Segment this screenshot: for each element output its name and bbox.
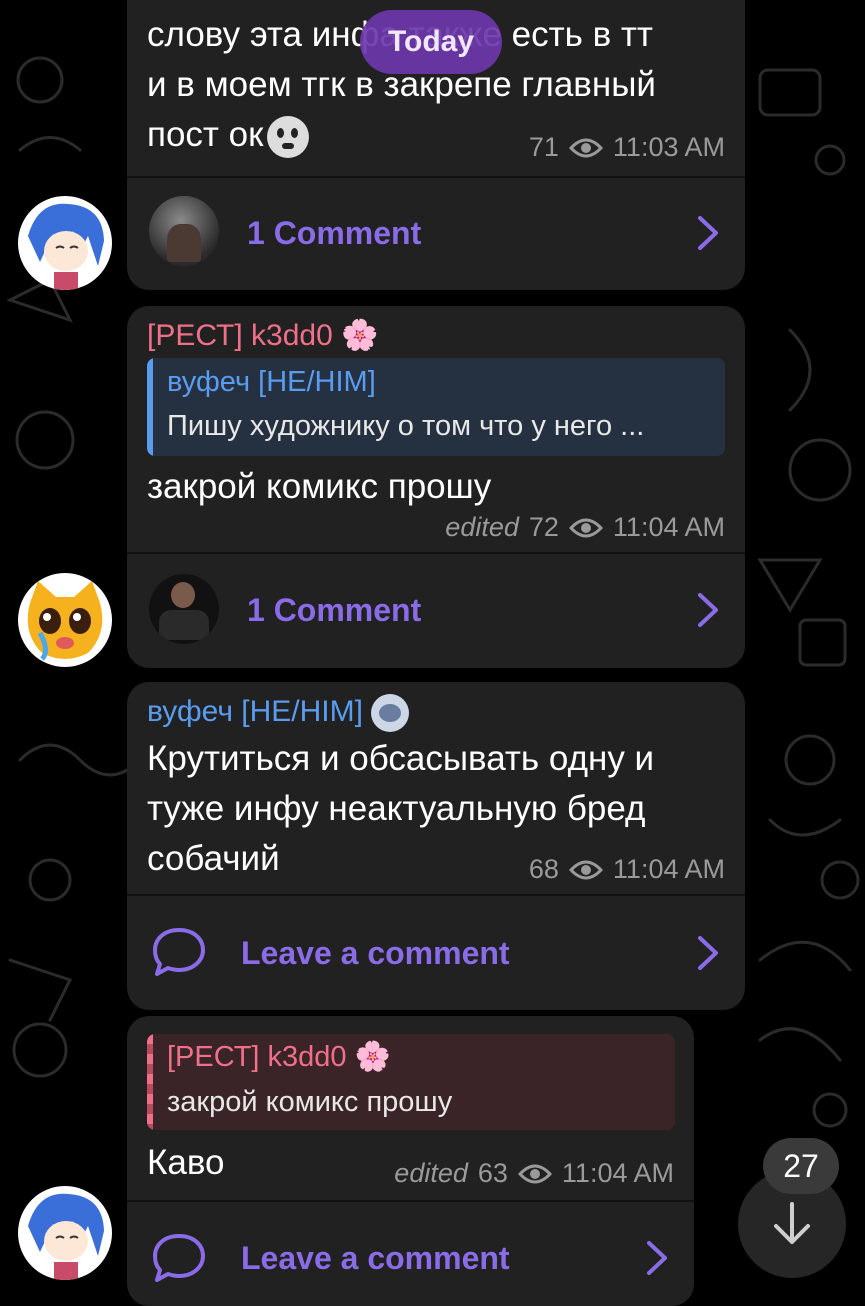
message-bubble-2[interactable]: [РЕСТ] k3dd0 🌸 вуфеч [HE/HIM] Пишу худож… (127, 306, 745, 668)
arrow-down-icon (774, 1202, 810, 1244)
chevron-right-icon (698, 593, 718, 627)
message-time: 11:04 AM (612, 854, 725, 884)
leave-comment-label: Leave a comment (241, 1240, 510, 1276)
message-meta: 68 11:04 AM (529, 854, 725, 885)
sticker-emoji-icon (371, 694, 410, 733)
message-meta: edited 72 11:04 AM (445, 512, 725, 543)
edited-label: edited (394, 1158, 468, 1188)
crying-cat-avatar-icon (27, 581, 103, 661)
reply-text: закрой комикс прошу (167, 1086, 453, 1118)
edited-label: edited (445, 512, 519, 542)
chevron-right-icon (647, 1241, 667, 1275)
eye-icon (568, 138, 603, 157)
comments-button[interactable]: 1 Comment (127, 554, 745, 666)
message-meta: edited 63 11:04 AM (394, 1158, 674, 1189)
view-count: 68 (528, 854, 559, 884)
chevron-right-icon (698, 936, 718, 970)
user-avatar[interactable] (18, 573, 112, 667)
message-bubble-3[interactable]: вуфеч [HE/HIM] Крутиться и обсасывать од… (127, 682, 745, 1010)
user-avatar[interactable] (18, 1186, 112, 1280)
reply-preview[interactable]: вуфеч [HE/HIM] Пишу художнику о том что … (147, 358, 725, 456)
message-text-line: туже инфу неактуальную бред (147, 789, 646, 828)
commenter-avatar (149, 574, 219, 644)
sender-name: вуфеч [HE/HIM] (147, 692, 410, 733)
date-pill: Today (360, 10, 502, 74)
chevron-right-icon (698, 216, 718, 250)
anime-avatar-icon (28, 1193, 104, 1280)
reply-sender: вуфеч [HE/HIM] (167, 366, 376, 398)
message-meta: 71 11:03 AM (529, 132, 725, 163)
comments-button[interactable]: 1 Comment (127, 178, 745, 288)
view-count: 63 (477, 1158, 508, 1188)
message-text: Каво (147, 1143, 225, 1182)
message-time: 11:03 AM (612, 132, 725, 162)
anime-avatar-icon (28, 203, 104, 290)
eye-icon (568, 860, 603, 879)
message-bubble-4[interactable]: [РЕСТ] k3dd0 🌸 закрой комикс прошу Каво … (127, 1016, 694, 1306)
flower-emoji: 🌸 (354, 1041, 391, 1073)
reply-sender: [РЕСТ] k3dd0 🌸 (167, 1041, 391, 1073)
eye-icon (568, 518, 603, 537)
ghost-emoji-icon (267, 115, 310, 158)
eye-icon (517, 1164, 552, 1183)
comment-count-label: 1 Comment (247, 591, 422, 628)
view-count: 72 (528, 512, 559, 542)
message-text-line: Крутиться и обсасывать одну и (147, 739, 655, 778)
message-time: 11:04 AM (561, 1158, 674, 1188)
comment-bubble-icon (153, 1234, 205, 1282)
reply-text: Пишу художнику о том что у него ... (167, 410, 645, 442)
leave-comment-button[interactable]: Leave a comment (127, 896, 745, 1010)
leave-comment-button[interactable]: Leave a comment (127, 1202, 694, 1306)
leave-comment-label: Leave a comment (241, 934, 510, 971)
message-text: закрой комикс прошу (147, 467, 492, 506)
reply-preview[interactable]: [РЕСТ] k3dd0 🌸 закрой комикс прошу (147, 1034, 675, 1130)
view-count: 71 (528, 132, 559, 162)
unread-count-badge: 27 (763, 1138, 839, 1194)
commenter-avatar (149, 196, 219, 266)
message-time: 11:04 AM (612, 512, 725, 542)
flower-emoji: 🌸 (341, 319, 379, 352)
comment-bubble-icon (153, 928, 205, 976)
comment-count-label: 1 Comment (247, 214, 422, 251)
sender-name: [РЕСТ] k3dd0 🌸 (147, 319, 379, 352)
user-avatar[interactable] (18, 196, 112, 290)
